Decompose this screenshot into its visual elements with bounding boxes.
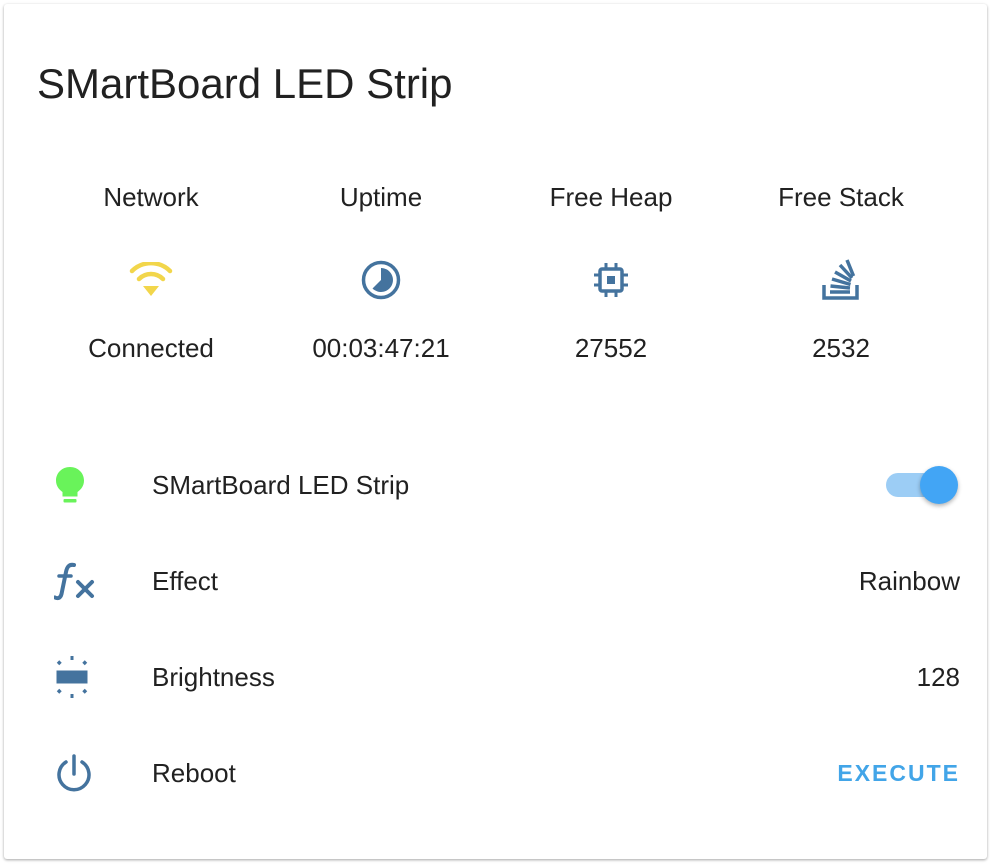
function-icon: [36, 551, 124, 611]
glance-item-free-stack[interactable]: Free Stack 2532: [726, 174, 956, 374]
light-toggle[interactable]: [886, 465, 958, 505]
glance-item-name: Uptime: [339, 182, 423, 212]
glance-item-name: Free Stack: [778, 182, 904, 212]
power-icon: [36, 743, 124, 803]
brightness-value[interactable]: 128: [917, 662, 960, 692]
stack-overflow-icon: [819, 258, 863, 302]
execute-button[interactable]: EXECUTE: [837, 758, 960, 788]
chip-icon: [589, 258, 633, 302]
glance-item-network[interactable]: Network Connected: [36, 174, 266, 374]
glance-item-uptime[interactable]: Uptime 00:03:47:21: [266, 174, 496, 374]
glance-row: Network Connected Uptime 00:03:47:21 Fre…: [36, 174, 956, 374]
entity-row-effect[interactable]: Effect Rainbow: [36, 551, 960, 611]
toggle-thumb: [920, 466, 958, 504]
entity-label[interactable]: SMartBoard LED Strip: [152, 470, 409, 500]
lightbulb-icon[interactable]: [36, 455, 124, 515]
glance-item-name: Free Heap: [549, 182, 673, 212]
card-title: SMartBoard LED Strip: [37, 60, 453, 107]
entity-row-light: SMartBoard LED Strip: [36, 455, 960, 515]
glance-item-state: Connected: [88, 333, 214, 363]
entity-label: Effect: [152, 566, 219, 596]
glance-item-state: 27552: [574, 333, 648, 363]
glance-item-name: Network: [103, 182, 199, 212]
clock-icon: [359, 258, 403, 302]
entity-label: Reboot: [152, 758, 236, 788]
entity-row-reboot: Reboot EXECUTE: [36, 743, 960, 803]
entities-card: SMartBoard LED Strip Network Connected U…: [4, 4, 987, 859]
glance-item-state: 00:03:47:21: [312, 333, 450, 363]
glance-item-state: 2532: [812, 333, 870, 363]
glance-item-free-heap[interactable]: Free Heap 27552: [496, 174, 726, 374]
wifi-icon: [129, 258, 173, 302]
entity-row-brightness[interactable]: Brightness 128: [36, 647, 960, 707]
brightness-icon: [36, 647, 124, 707]
entity-label: Brightness: [152, 662, 275, 692]
effect-select-value[interactable]: Rainbow: [859, 566, 960, 596]
